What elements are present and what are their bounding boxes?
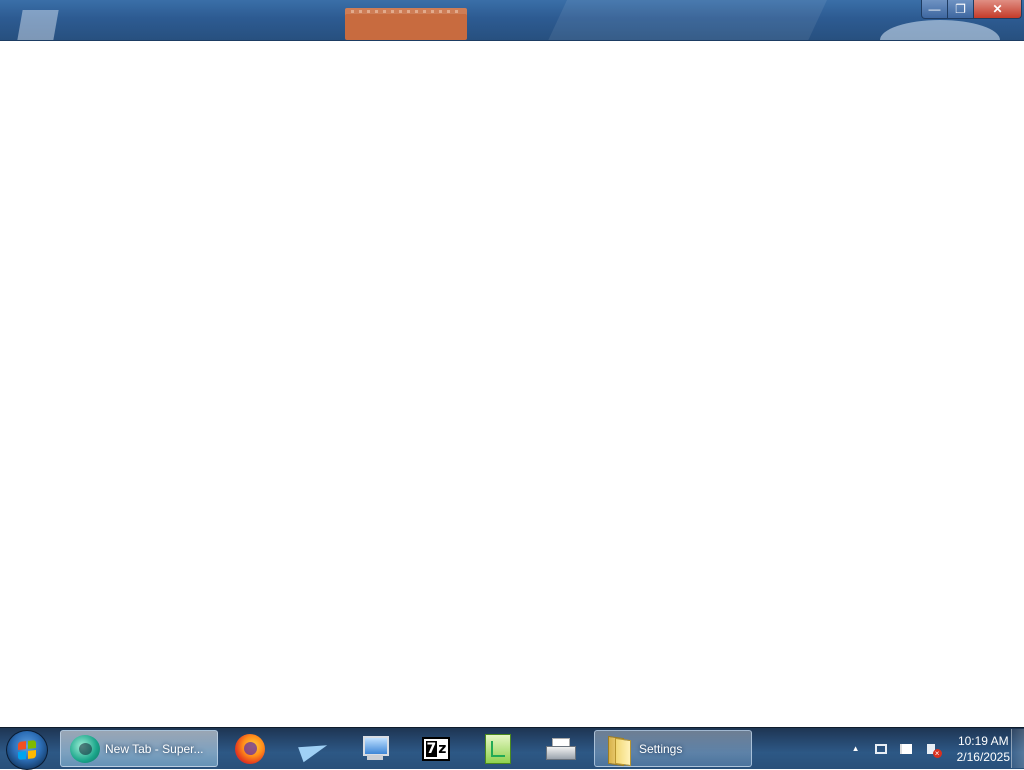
clock[interactable]: 10:19 AM 2/16/2025 (957, 733, 1010, 765)
taskbar-item-settings-folder[interactable]: Settings (594, 730, 752, 767)
window-controls: — ❐ ✕ (921, 0, 1022, 19)
network-icon[interactable] (870, 739, 892, 759)
window-title-bar[interactable]: — ❐ ✕ (0, 0, 1024, 41)
window-app-icon (17, 10, 59, 40)
page-content-area[interactable] (0, 41, 1024, 727)
restore-icon: ❐ (955, 2, 966, 16)
glass-sheen (539, 0, 841, 40)
clock-time: 10:19 AM (957, 733, 1009, 748)
volume-muted-icon[interactable]: × (920, 739, 942, 759)
taskbar-item-plane-app[interactable] (297, 730, 333, 767)
minimize-button[interactable]: — (921, 0, 948, 19)
chevron-up-icon: ▲ (851, 744, 860, 753)
close-button[interactable]: ✕ (974, 0, 1022, 19)
printer-icon (544, 734, 576, 764)
system-tray: ▲ × 10:19 AM 2/16/2025 (845, 728, 1010, 769)
notepad-plus-plus-icon (482, 733, 514, 764)
browser-globe-icon (69, 734, 101, 764)
taskbar-item-label: New Tab - Super... (105, 741, 204, 756)
firefox-icon (234, 733, 266, 764)
glass-highlight (880, 20, 1000, 40)
minimize-icon: — (928, 2, 941, 16)
folder-icon (603, 734, 635, 764)
title-bar-tab-preview (345, 8, 467, 40)
clock-date: 2/16/2025 (956, 749, 1010, 764)
windows-logo-icon (18, 740, 36, 760)
taskbar-item-new-tab-browser[interactable]: New Tab - Super... (60, 730, 218, 767)
taskbar-item-label: Settings (639, 741, 683, 756)
7zip-icon: 7z (420, 734, 452, 764)
taskbar-item-7zip[interactable]: 7z (420, 730, 454, 767)
computer-monitor-icon (358, 734, 390, 764)
restore-button[interactable]: ❐ (948, 0, 974, 19)
muted-badge: × (932, 748, 942, 758)
plane-app-icon (297, 734, 329, 764)
taskbar-item-computer[interactable] (358, 730, 392, 767)
start-button[interactable] (6, 730, 48, 770)
taskbar: New Tab - Super... 7z Settings ▲ × 10:19… (0, 727, 1024, 770)
show-hidden-icons-button[interactable]: ▲ (845, 739, 867, 759)
taskbar-item-printer[interactable] (544, 730, 578, 767)
taskbar-item-notepad-plus-plus[interactable] (482, 730, 516, 767)
close-icon: ✕ (992, 2, 1003, 16)
show-desktop-button[interactable] (1011, 729, 1024, 768)
taskbar-item-firefox[interactable] (234, 730, 268, 767)
action-center-flag-icon[interactable] (895, 739, 917, 759)
